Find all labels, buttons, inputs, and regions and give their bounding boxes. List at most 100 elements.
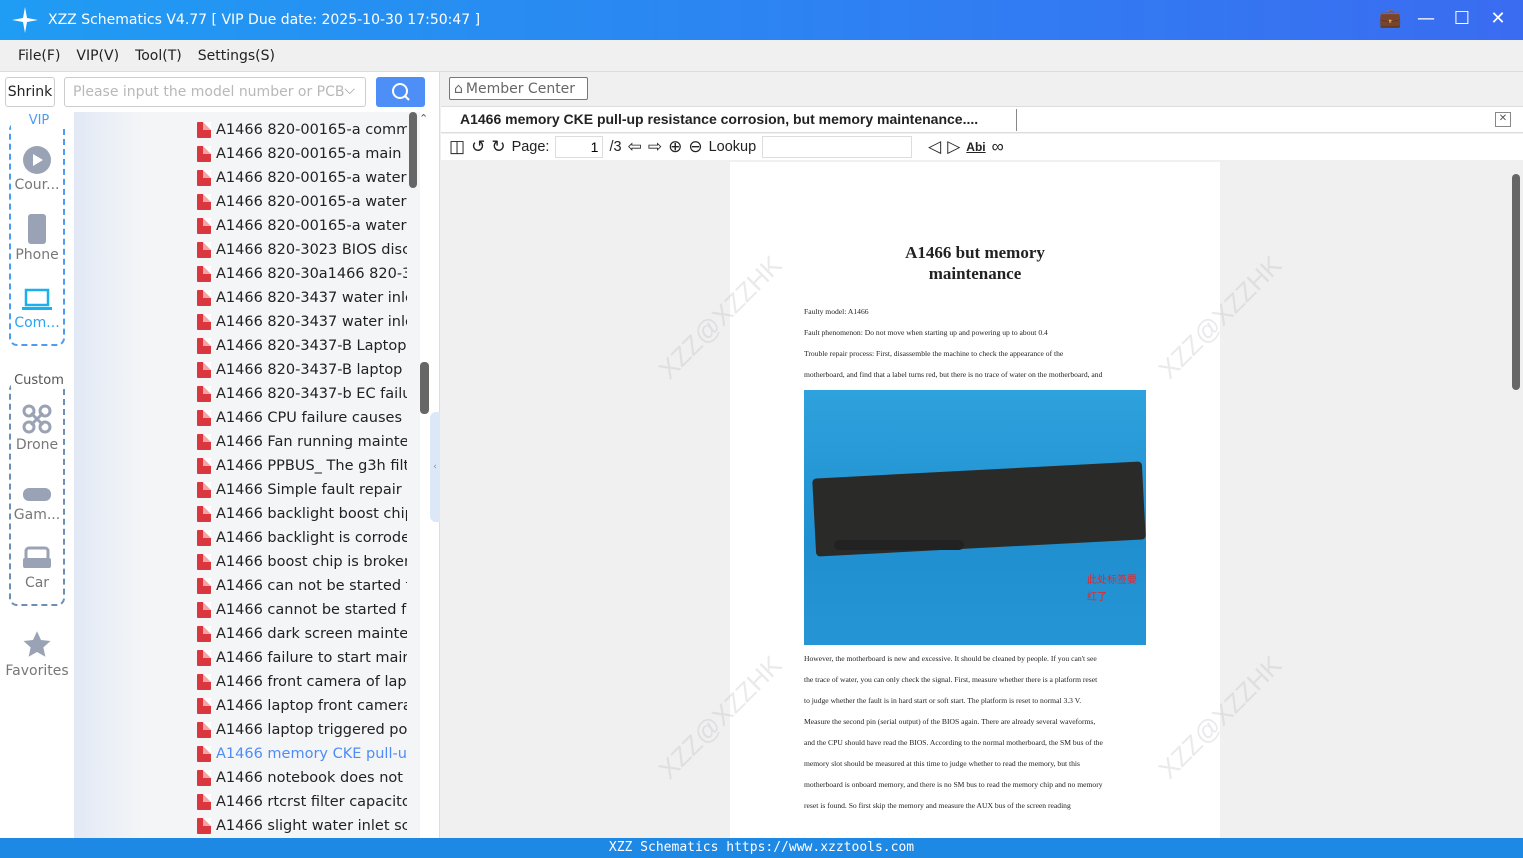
- match-case-button[interactable]: Abi: [966, 140, 985, 154]
- chevron-down-icon[interactable]: ⌵: [344, 82, 355, 98]
- list-scrollbar-thumb[interactable]: [409, 112, 417, 188]
- file-list-item[interactable]: A1466 CPU failure causes no: [197, 406, 407, 430]
- collapse-panel-handle[interactable]: ‹: [430, 412, 440, 522]
- document-title: A1466 but memory maintenance: [730, 242, 1220, 284]
- pdf-icon: [197, 242, 211, 258]
- file-name: A1466 820-3437-B Laptop do: [216, 338, 407, 354]
- file-list-item[interactable]: A1466 failure to start mainte: [197, 646, 407, 670]
- next-page-icon[interactable]: ⇨: [648, 137, 662, 157]
- file-list-item[interactable]: A1466 backlight boost chip i: [197, 502, 407, 526]
- file-list-item[interactable]: A1466 can not be started for: [197, 574, 407, 598]
- file-list-item[interactable]: A1466 notebook does not tri: [197, 766, 407, 790]
- menu-tool[interactable]: Tool(T): [135, 48, 182, 64]
- scroll-up-icon[interactable]: ⌃: [419, 112, 428, 125]
- file-list-item[interactable]: A1466 PPBUS_ The g3h filter: [197, 454, 407, 478]
- file-list-item[interactable]: A1466 slight water inlet scree: [197, 814, 407, 838]
- pdf-icon: [197, 530, 211, 546]
- document-scrollbar-thumb[interactable]: [1512, 174, 1520, 390]
- pdf-icon: [197, 602, 211, 618]
- file-list-item[interactable]: A1466 Fan running maintena: [197, 430, 407, 454]
- file-list-item[interactable]: A1466 boost chip is broken,: [197, 550, 407, 574]
- close-button[interactable]: ✕: [1487, 8, 1509, 29]
- pdf-icon: [197, 794, 211, 810]
- file-list-item[interactable]: A1466 820-00165-a water ing: [197, 166, 407, 190]
- file-list-item[interactable]: A1466 laptop front camera c: [197, 694, 407, 718]
- model-search-input[interactable]: Please input the model number or PCB ⌵: [64, 77, 366, 107]
- menu-file[interactable]: File(F): [18, 48, 60, 64]
- find-next-icon[interactable]: ▷: [947, 137, 960, 157]
- file-name: A1466 820-00165-a water inl: [216, 218, 407, 234]
- page-number-input[interactable]: [555, 136, 604, 158]
- file-name: A1466 CPU failure causes no: [216, 410, 407, 426]
- file-list-item[interactable]: A1466 dark screen maintena: [197, 622, 407, 646]
- document-line: motherboard is onboard memory, and there…: [804, 780, 1103, 789]
- car-icon: [23, 546, 51, 568]
- file-list-item[interactable]: A1466 820-30a1466 820-343: [197, 262, 407, 286]
- star-icon: [23, 631, 51, 657]
- maximize-button[interactable]: ☐: [1451, 8, 1473, 29]
- lookup-input[interactable]: [762, 136, 913, 158]
- file-list-item[interactable]: A1466 820-00165-a water inl: [197, 190, 407, 214]
- file-list-item[interactable]: A1466 memory CKE pull-up r: [197, 742, 407, 766]
- panel-scrollbar-thumb[interactable]: [420, 362, 429, 414]
- page-total: /3: [609, 139, 622, 155]
- page-label: Page:: [511, 139, 550, 155]
- file-list-item[interactable]: A1466 820-3023 BIOS discon: [197, 238, 407, 262]
- file-list-item[interactable]: A1466 820-3437-B Laptop do: [197, 334, 407, 358]
- file-list-item[interactable]: A1466 laptop triggered powe: [197, 718, 407, 742]
- file-list-item[interactable]: A1466 820-3437-B laptop do: [197, 358, 407, 382]
- previous-page-icon[interactable]: ⇦: [628, 137, 642, 157]
- file-list-item[interactable]: A1466 820-00165-a common: [197, 118, 407, 142]
- zoom-in-icon[interactable]: ⊕: [668, 137, 682, 157]
- category-label: Gam...: [13, 507, 61, 523]
- menu-bar: File(F) VIP(V) Tool(T) Settings(S): [0, 40, 1523, 72]
- file-name: A1466 laptop front camera c: [216, 698, 407, 714]
- file-name: A1466 820-30a1466 820-343: [216, 266, 407, 282]
- rotate-left-icon[interactable]: ↺: [471, 137, 485, 157]
- menu-vip[interactable]: VIP(V): [76, 48, 119, 64]
- title-bar: XZZ Schematics V4.77 [ VIP Due date: 202…: [0, 0, 1523, 40]
- file-list-item[interactable]: A1466 820-3437 water inlet c: [197, 310, 407, 334]
- pdf-icon: [197, 482, 211, 498]
- file-list-item[interactable]: A1466 820-3437-b EC failure: [197, 382, 407, 406]
- two-page-view-icon[interactable]: ◫: [449, 137, 465, 157]
- document-tab[interactable]: A1466 memory CKE pull-up resistance corr…: [441, 106, 1523, 133]
- pdf-icon: [197, 218, 211, 234]
- play-icon: [23, 146, 51, 174]
- file-list-item[interactable]: A1466 820-00165-a water inl: [197, 214, 407, 238]
- member-center-button[interactable]: ⌂ Member Center: [449, 77, 588, 100]
- file-list: A1466 820-00165-a common A1466 820-00165-…: [74, 112, 420, 838]
- document-tab-title: A1466 memory CKE pull-up resistance corr…: [460, 111, 979, 127]
- find-previous-icon[interactable]: ◁: [928, 137, 941, 157]
- document-line: However, the motherboard is new and exce…: [804, 654, 1097, 663]
- file-list-item[interactable]: A1466 front camera of laptop: [197, 670, 407, 694]
- file-list-item[interactable]: A1466 backlight is corroded: [197, 526, 407, 550]
- document-line: motherboard, and find that a label turns…: [804, 370, 1103, 379]
- file-name: A1466 memory CKE pull-up r: [216, 746, 407, 762]
- file-list-item[interactable]: A1466 cannot be started for: [197, 598, 407, 622]
- category-drone[interactable]: Drone: [0, 404, 74, 453]
- vip-bag-icon[interactable]: 💼: [1379, 8, 1401, 29]
- category-game[interactable]: Gam...: [0, 484, 74, 523]
- file-list-item[interactable]: A1466 Simple fault repair by: [197, 478, 407, 502]
- file-list-item[interactable]: A1466 820-00165-a main po: [197, 142, 407, 166]
- pdf-icon: [197, 410, 211, 426]
- rotate-right-icon[interactable]: ↻: [491, 137, 505, 157]
- category-car[interactable]: Car: [0, 546, 74, 591]
- menu-settings[interactable]: Settings(S): [198, 48, 275, 64]
- laptop-icon: [22, 288, 52, 310]
- file-name: A1466 820-3437-b EC failure: [216, 386, 407, 402]
- shrink-button[interactable]: Shrink: [5, 77, 55, 107]
- search-button[interactable]: [376, 77, 425, 107]
- category-favorites[interactable]: Favorites: [0, 630, 74, 679]
- category-computer[interactable]: Com...: [0, 288, 74, 331]
- pdf-icon: [197, 362, 211, 378]
- zoom-out-icon[interactable]: ⊖: [688, 137, 702, 157]
- file-list-item[interactable]: A1466 rtcrst filter capacitor is: [197, 790, 407, 814]
- file-list-item[interactable]: A1466 820-3437 water inlet b: [197, 286, 407, 310]
- close-tab-icon[interactable]: ✕: [1495, 112, 1511, 127]
- minimize-button[interactable]: —: [1415, 8, 1437, 29]
- category-phone[interactable]: Phone: [0, 214, 74, 263]
- category-courses[interactable]: Cour...: [0, 146, 74, 193]
- binoculars-icon[interactable]: ∞: [992, 137, 1004, 157]
